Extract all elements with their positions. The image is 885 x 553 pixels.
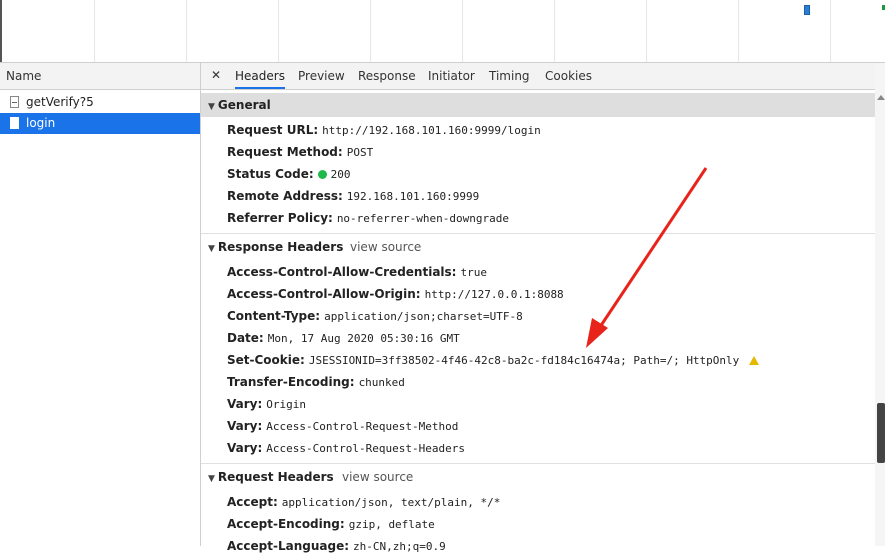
header-row: Vary: Access-Control-Request-Method: [227, 419, 459, 433]
tab-headers[interactable]: Headers: [235, 63, 285, 89]
timeline-gridline: [278, 0, 279, 62]
header-row: Accept: application/json, text/plain, */*: [227, 495, 501, 509]
header-row: Status Code: 200: [227, 167, 351, 181]
header-row: Vary: Access-Control-Request-Headers: [227, 441, 465, 455]
section-title: General: [217, 98, 271, 112]
request-details-panel: ✕ Headers Preview Response Initiator Tim…: [201, 63, 875, 553]
details-scrollbar[interactable]: [875, 63, 885, 546]
tab-response[interactable]: Response: [358, 63, 416, 89]
close-icon[interactable]: ✕: [210, 68, 222, 82]
timeline-gridline: [738, 0, 739, 62]
timeline-gridline: [186, 0, 187, 62]
timeline-request-bar[interactable]: [804, 5, 810, 15]
request-list-panel: Name getVerify?5 login: [0, 63, 201, 546]
timeline-edge: [0, 0, 2, 62]
status-ok-icon: [317, 170, 327, 179]
section-divider: [201, 463, 875, 464]
timeline-gridline: [94, 0, 95, 62]
header-row: Accept-Language: zh-CN,zh;q=0.9: [227, 539, 446, 553]
request-name: getVerify?5: [26, 95, 94, 109]
request-headers-section-header[interactable]: ▼ Request Headers view source: [201, 465, 875, 489]
timeline-gridline: [462, 0, 463, 62]
view-source-link[interactable]: view source: [342, 465, 413, 489]
header-row: Access-Control-Allow-Credentials: true: [227, 265, 487, 279]
name-column-header[interactable]: Name: [0, 63, 200, 90]
timeline-gridline: [554, 0, 555, 62]
tab-cookies[interactable]: Cookies: [545, 63, 592, 89]
request-name: login: [26, 116, 56, 130]
header-row: Request Method: POST: [227, 145, 374, 159]
header-row: Content-Type: application/json;charset=UT…: [227, 309, 523, 323]
request-row[interactable]: getVerify?5: [0, 92, 200, 113]
header-row: Request URL: http://192.168.101.160:9999/…: [227, 123, 541, 137]
response-headers-section-header[interactable]: ▼ Response Headers view source: [201, 235, 875, 259]
timeline-gridline: [646, 0, 647, 62]
timeline-gridline: [830, 0, 831, 62]
view-source-link[interactable]: view source: [350, 235, 421, 259]
header-row: Vary: Origin: [227, 397, 307, 411]
header-row: Remote Address: 192.168.101.160:9999: [227, 189, 480, 203]
timeline-gridline: [370, 0, 371, 62]
general-section-header[interactable]: ▼ General: [201, 93, 875, 117]
document-icon: [10, 96, 19, 108]
header-row: Date: Mon, 17 Aug 2020 05:30:16 GMT: [227, 331, 460, 345]
collapse-triangle-icon: ▼: [208, 474, 215, 484]
header-row: Referrer Policy: no-referrer-when-downgra…: [227, 211, 509, 225]
details-tab-bar: ✕ Headers Preview Response Initiator Tim…: [201, 63, 875, 90]
section-title: Request Headers: [217, 470, 334, 484]
tab-timing[interactable]: Timing: [489, 63, 530, 89]
header-row-set-cookie: Set-Cookie: JSESSIONID=3ff38502-4f46-42c8…: [227, 353, 760, 367]
section-divider: [201, 233, 875, 234]
network-overview-timeline[interactable]: [0, 0, 885, 63]
header-row: Accept-Encoding: gzip, deflate: [227, 517, 435, 531]
header-row: Transfer-Encoding: chunked: [227, 375, 405, 389]
warning-icon[interactable]: [749, 356, 760, 365]
collapse-triangle-icon: ▼: [208, 244, 215, 254]
section-title: Response Headers: [217, 240, 344, 254]
name-column-label: Name: [6, 69, 42, 83]
scrollbar-thumb[interactable]: [877, 403, 885, 463]
collapse-triangle-icon: ▼: [208, 102, 215, 112]
request-row-selected[interactable]: login: [0, 113, 200, 134]
tab-preview[interactable]: Preview: [298, 63, 345, 89]
tab-initiator[interactable]: Initiator: [428, 63, 475, 89]
document-icon: [10, 117, 19, 129]
header-row: Access-Control-Allow-Origin: http://127.0…: [227, 287, 564, 301]
scroll-up-arrow-icon[interactable]: [877, 95, 885, 100]
